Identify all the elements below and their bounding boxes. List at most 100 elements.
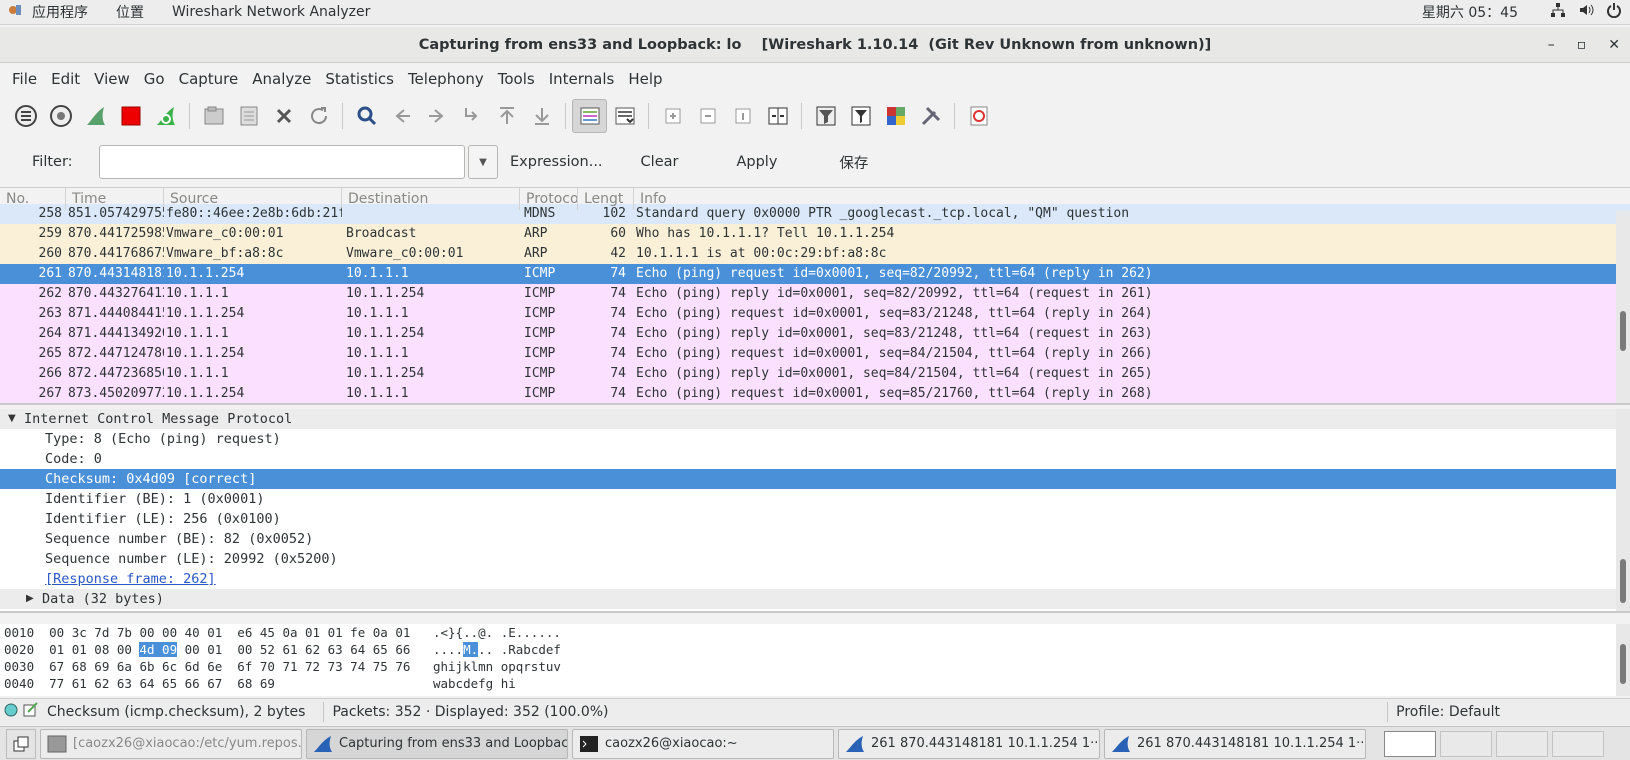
zoom-in-button[interactable] (655, 99, 690, 133)
expression-button[interactable]: Expression... (504, 154, 615, 170)
interfaces-button[interactable] (8, 99, 43, 133)
menu-statistics[interactable]: Statistics (318, 70, 401, 88)
places-menu[interactable]: 位置 (106, 2, 154, 22)
go-to-packet-button[interactable] (454, 99, 489, 133)
taskbar-item-wireshark-capture[interactable]: Capturing from ens33 and Loopbac··· (306, 728, 568, 759)
workspace-1[interactable] (1384, 730, 1436, 757)
profile-status[interactable]: Profile: Default (1396, 704, 1500, 720)
packet-row[interactable]: 263 871.444084415 10.1.1.254 10.1.1.1 ICMP 74… (0, 304, 1630, 324)
tree-field[interactable]: Sequence number (LE): 20992 (0x5200) (0, 549, 1630, 569)
active-app-name[interactable]: Wireshark Network Analyzer (162, 4, 380, 20)
power-icon[interactable] (1606, 2, 1622, 22)
tree-field[interactable]: Identifier (LE): 256 (0x0100) (0, 509, 1630, 529)
packet-bytes-pane[interactable]: 0010 00 3c 7d 7b 00 00 40 01 e6 45 0a 01… (0, 624, 1630, 696)
taskbar-item-terminal-home[interactable]: caozx26@xiaocao:~ (572, 728, 834, 759)
tree-field[interactable]: Type: 8 (Echo (ping) request) (0, 429, 1630, 449)
capture-filters-button[interactable] (808, 99, 843, 133)
menu-telephony[interactable]: Telephony (401, 70, 491, 88)
menu-tools[interactable]: Tools (491, 70, 542, 88)
window-titlebar[interactable]: Capturing from ens33 and Loopback: lo [W… (0, 27, 1630, 63)
packet-row[interactable]: 265 872.447124786 10.1.1.254 10.1.1.1 ICMP 74… (0, 344, 1630, 364)
tree-field[interactable]: Identifier (BE): 1 (0x0001) (0, 489, 1630, 509)
tree-node-icmp[interactable]: ▼ Internet Control Message Protocol (0, 409, 1630, 429)
normal-size-button[interactable] (725, 99, 760, 133)
tree-field[interactable]: Code: 0 (0, 449, 1630, 469)
bytes-scrollbar[interactable] (1616, 624, 1630, 696)
colorize-button[interactable] (572, 99, 607, 133)
taskbar-item-packet-window-1[interactable]: 261 870.443148181 10.1.1.254 1··· (838, 728, 1100, 759)
save-filter-button[interactable]: 保存 (827, 152, 880, 173)
coloring-rules-button[interactable] (878, 99, 913, 133)
maximize-button[interactable]: ▫ (1577, 37, 1587, 53)
close-button[interactable]: ✕ (1608, 37, 1620, 53)
response-frame-link[interactable]: [Response frame: 262] (45, 569, 216, 589)
packet-list-scrollbar[interactable] (1616, 211, 1630, 403)
capture-comment-icon[interactable] (23, 702, 39, 722)
reload-button[interactable] (301, 99, 336, 133)
apps-menu[interactable]: 应用程序 (22, 2, 98, 22)
clock[interactable]: 星期六 05：45 (1422, 2, 1518, 22)
menu-edit[interactable]: Edit (44, 70, 87, 88)
show-desktop-icon[interactable] (6, 728, 36, 759)
scrollbar-thumb[interactable] (1620, 559, 1626, 603)
options-button[interactable] (43, 99, 78, 133)
first-packet-button[interactable] (489, 99, 524, 133)
go-back-button[interactable] (384, 99, 419, 133)
scrollbar-thumb[interactable] (1620, 311, 1626, 351)
packet-row[interactable]: 260 870.441768675 Vmware_bf:a8:8c Vmware_c0… (0, 244, 1630, 264)
go-forward-button[interactable] (419, 99, 454, 133)
packet-row[interactable]: 262 870.443276412 10.1.1.1 10.1.1.254 ICMP 74… (0, 284, 1630, 304)
details-scrollbar[interactable] (1616, 409, 1630, 611)
menu-analyze[interactable]: Analyze (245, 70, 318, 88)
tree-node-data[interactable]: ▶ Data (32 bytes) (0, 589, 1630, 609)
apply-button[interactable]: Apply (724, 154, 789, 170)
volume-icon[interactable] (1578, 2, 1594, 22)
stop-capture-button[interactable] (113, 99, 148, 133)
menu-help[interactable]: Help (621, 70, 669, 88)
collapsed-arrow-icon[interactable]: ▶ (26, 589, 42, 609)
response-frame-link-row[interactable]: [Response frame: 262] (0, 569, 1630, 589)
network-icon[interactable] (1550, 2, 1566, 22)
filter-dropdown-button[interactable]: ▼ (468, 145, 498, 179)
workspace-4[interactable] (1552, 730, 1604, 757)
menu-go[interactable]: Go (137, 70, 172, 88)
display-filters-button[interactable] (843, 99, 878, 133)
packet-row[interactable]: 259 870.441725985 Vmware_c0:00:01 Broadcast… (0, 224, 1630, 244)
open-file-button[interactable] (196, 99, 231, 133)
zoom-out-button[interactable] (690, 99, 725, 133)
preferences-button[interactable] (913, 99, 948, 133)
resize-columns-button[interactable] (760, 99, 795, 133)
expanded-arrow-icon[interactable]: ▼ (8, 409, 24, 429)
last-packet-button[interactable] (524, 99, 559, 133)
help-button[interactable] (961, 99, 996, 133)
tree-field[interactable]: Sequence number (BE): 82 (0x0052) (0, 529, 1630, 549)
packet-details-tree[interactable]: ▼ Internet Control Message Protocol Type… (0, 409, 1630, 613)
autoscroll-button[interactable] (607, 99, 642, 133)
taskbar-item-terminal-yum[interactable]: [caozx26@xiaocao:/etc/yum.repos.d] (40, 728, 302, 759)
menu-view[interactable]: View (87, 70, 137, 88)
taskbar-item-packet-window-2[interactable]: 261 870.443148181 10.1.1.254 1··· (1104, 728, 1366, 759)
save-file-button[interactable] (231, 99, 266, 133)
restart-capture-button[interactable] (148, 99, 183, 133)
minimize-button[interactable]: – (1548, 37, 1555, 53)
packet-row[interactable]: 267 873.450209772 10.1.1.254 10.1.1.1 ICMP 74… (0, 384, 1630, 403)
menu-capture[interactable]: Capture (172, 70, 246, 88)
scrollbar-thumb[interactable] (1620, 644, 1626, 684)
start-capture-button[interactable] (78, 99, 113, 133)
filter-input[interactable] (99, 145, 465, 179)
menu-file[interactable]: File (5, 70, 44, 88)
packet-row[interactable]: 258851.057429755fe80::46ee:2e8b:6db:21f0… (0, 204, 1630, 224)
workspace-2[interactable] (1440, 730, 1492, 757)
packet-row[interactable]: 266 872.447236856 10.1.1.1 10.1.1.254 ICMP 74… (0, 364, 1630, 384)
tree-field-selected[interactable]: Checksum: 0x4d09 [correct] (0, 469, 1630, 489)
close-file-button[interactable] (266, 99, 301, 133)
workspace-3[interactable] (1496, 730, 1548, 757)
find-packet-button[interactable] (349, 99, 384, 133)
expert-info-icon[interactable] (4, 703, 18, 721)
menu-internals[interactable]: Internals (542, 70, 622, 88)
packet-row-selected[interactable]: 261 870.443148181 10.1.1.254 10.1.1.1 ICMP 74… (0, 264, 1630, 284)
packet-row[interactable]: 264 871.444134920 10.1.1.1 10.1.1.254 ICMP 74… (0, 324, 1630, 344)
clear-button[interactable]: Clear (629, 154, 691, 170)
packet-list[interactable]: No. Time Source Destination Protoco Leng… (0, 187, 1630, 405)
apps-menu-icon[interactable] (8, 3, 22, 21)
